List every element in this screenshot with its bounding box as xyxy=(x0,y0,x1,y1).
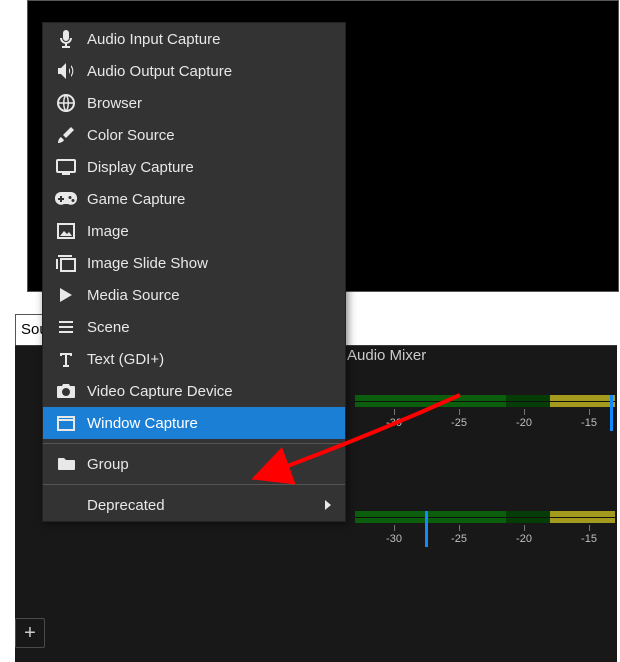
menu-item-label: Scene xyxy=(87,319,337,336)
menu-separator xyxy=(43,443,345,444)
audio-meter: -30 -25 -20 -15 xyxy=(355,511,615,523)
menu-item-group[interactable]: Group xyxy=(43,448,345,480)
menu-item-label: Image Slide Show xyxy=(87,255,337,272)
meter-tick: -20 xyxy=(516,417,532,429)
menu-item-label: Group xyxy=(87,456,337,473)
image-icon xyxy=(53,220,79,242)
menu-item-display-capture[interactable]: Display Capture xyxy=(43,151,345,183)
menu-item-window-capture[interactable]: Window Capture xyxy=(43,407,345,439)
menu-item-image-slide-show[interactable]: Image Slide Show xyxy=(43,247,345,279)
menu-item-label: Media Source xyxy=(87,287,337,304)
list-icon xyxy=(53,316,79,338)
speaker-icon xyxy=(53,60,79,82)
mic-icon xyxy=(53,28,79,50)
meter-tick: -25 xyxy=(451,417,467,429)
text-icon xyxy=(53,348,79,370)
menu-item-image[interactable]: Image xyxy=(43,215,345,247)
brush-icon xyxy=(53,124,79,146)
slides-icon xyxy=(53,252,79,274)
menu-item-video-capture-device[interactable]: Video Capture Device xyxy=(43,375,345,407)
menu-item-label: Audio Input Capture xyxy=(87,31,337,48)
menu-item-game-capture[interactable]: Game Capture xyxy=(43,183,345,215)
menu-item-audio-output-capture[interactable]: Audio Output Capture xyxy=(43,55,345,87)
menu-item-color-source[interactable]: Color Source xyxy=(43,119,345,151)
menu-separator xyxy=(43,484,345,485)
meter-tick: -30 xyxy=(386,417,402,429)
audio-mixer-panel: -30 -25 -20 -15 -30 -25 -20 -15 xyxy=(355,377,615,647)
meter-tick: -30 xyxy=(386,533,402,545)
menu-item-label: Window Capture xyxy=(87,415,337,432)
menu-item-audio-input-capture[interactable]: Audio Input Capture xyxy=(43,23,345,55)
meter-tick: -15 xyxy=(581,533,597,545)
volume-slider-thumb[interactable] xyxy=(425,511,428,547)
menu-item-label: Audio Output Capture xyxy=(87,63,337,80)
play-icon xyxy=(53,284,79,306)
menu-item-label: Browser xyxy=(87,95,337,112)
menu-item-label: Image xyxy=(87,223,337,240)
window-icon xyxy=(53,412,79,434)
camera-icon xyxy=(53,380,79,402)
globe-icon xyxy=(53,92,79,114)
menu-item-label: Display Capture xyxy=(87,159,337,176)
add-source-context-menu: Audio Input Capture Audio Output Capture… xyxy=(42,22,346,522)
menu-item-media-source[interactable]: Media Source xyxy=(43,279,345,311)
monitor-icon xyxy=(53,156,79,178)
add-source-button[interactable]: + xyxy=(15,618,45,648)
menu-item-label: Video Capture Device xyxy=(87,383,337,400)
submenu-arrow-icon xyxy=(325,500,331,510)
audio-meter: -30 -25 -20 -15 xyxy=(355,395,615,407)
meter-tick: -20 xyxy=(516,533,532,545)
volume-slider-thumb[interactable] xyxy=(610,395,613,431)
meter-tick: -15 xyxy=(581,417,597,429)
menu-item-label: Color Source xyxy=(87,127,337,144)
meter-tick: -25 xyxy=(451,533,467,545)
menu-item-text-gdi[interactable]: Text (GDI+) xyxy=(43,343,345,375)
audio-mixer-title: Audio Mixer xyxy=(347,347,426,364)
menu-item-label: Deprecated xyxy=(87,497,325,514)
blank-icon xyxy=(53,494,79,516)
folder-icon xyxy=(53,453,79,475)
menu-item-scene[interactable]: Scene xyxy=(43,311,345,343)
menu-item-label: Text (GDI+) xyxy=(87,351,337,368)
menu-item-deprecated[interactable]: Deprecated xyxy=(43,489,345,521)
menu-item-browser[interactable]: Browser xyxy=(43,87,345,119)
plus-icon: + xyxy=(24,622,36,645)
gamepad-icon xyxy=(53,188,79,210)
menu-item-label: Game Capture xyxy=(87,191,337,208)
